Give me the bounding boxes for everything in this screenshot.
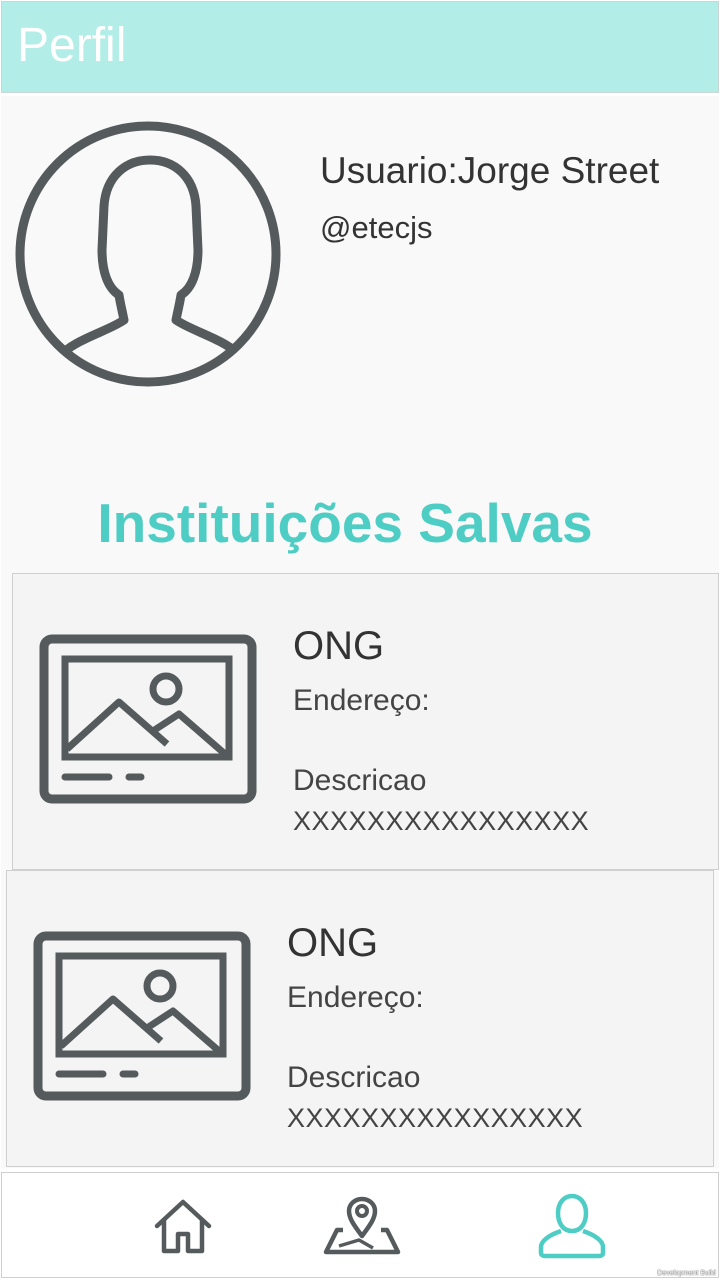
map-pin-icon [323,1196,401,1255]
bottom-navigation [1,1172,719,1278]
institution-name: ONG [293,624,385,668]
development-build-watermark: Development Build [657,1270,716,1277]
institution-description-value: XXXXXXXXXXXXXXXX [293,806,590,836]
header-title: Perfil [17,19,127,72]
institution-card[interactable]: ONG Endereço: Descricao XXXXXXXXXXXXXXXX [12,573,719,870]
institution-description-label: Descricao [287,1061,421,1094]
user-icon [538,1193,606,1259]
profile-screen: Perfil Usuario:Jorge Street @etecjs Inst… [0,0,720,1280]
saved-institutions-title: Instituições Salvas [97,492,593,554]
app-header: Perfil [1,1,719,93]
institution-card[interactable]: ONG Endereço: Descricao XXXXXXXXXXXXXXXX [6,870,714,1167]
institution-description-label: Descricao [293,764,427,797]
user-handle: @etecjs [320,210,433,245]
nav-map-button[interactable] [322,1191,402,1261]
institution-name: ONG [287,921,379,965]
institution-address-label: Endereço: [293,684,430,717]
institution-address-label: Endereço: [287,981,424,1014]
home-icon [154,1199,212,1254]
nav-profile-button[interactable] [532,1191,612,1261]
nav-home-button[interactable] [143,1191,223,1261]
user-avatar-icon [10,120,286,388]
image-placeholder-icon [33,931,251,1105]
user-name-label: Usuario:Jorge Street [320,150,660,191]
institution-description-value: XXXXXXXXXXXXXXXX [287,1103,584,1133]
image-placeholder-icon [39,634,257,808]
